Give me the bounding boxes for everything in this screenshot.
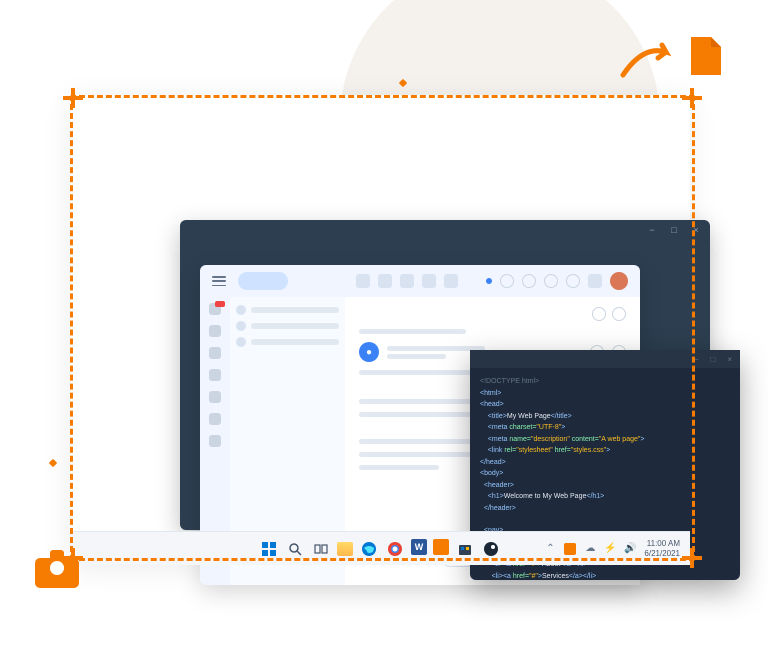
chevron-up-icon[interactable]: ⌃	[544, 543, 556, 555]
desktop-screen: − □ ×	[70, 95, 690, 565]
mail-rail-icon[interactable]	[209, 303, 221, 315]
file-icon[interactable]	[689, 35, 723, 82]
steam-icon[interactable]	[481, 539, 501, 559]
sender-avatar: ●	[359, 342, 379, 362]
maximize-button[interactable]: □	[670, 226, 678, 234]
toolbar-icon[interactable]	[522, 274, 536, 288]
list-item[interactable]	[236, 337, 339, 347]
user-avatar[interactable]	[610, 272, 628, 290]
toolbar-icon[interactable]	[356, 274, 370, 288]
toolbar-icon[interactable]	[500, 274, 514, 288]
list-item[interactable]	[236, 321, 339, 331]
clock[interactable]: 11:00 AM 6/21/2021	[644, 539, 680, 558]
app-icon[interactable]	[433, 539, 449, 555]
explorer-icon[interactable]	[337, 542, 353, 556]
minimize-button[interactable]: −	[648, 226, 656, 234]
edge-icon[interactable]	[359, 539, 379, 559]
settings-icon[interactable]	[544, 274, 558, 288]
start-button[interactable]	[259, 539, 279, 559]
close-button[interactable]: ×	[727, 355, 732, 364]
task-view-icon[interactable]	[311, 539, 331, 559]
cloud-icon[interactable]: ☁	[584, 543, 596, 555]
date-label: 6/21/2021	[644, 549, 680, 559]
compose-button[interactable]	[238, 272, 288, 290]
volume-icon[interactable]: 🔊	[624, 543, 636, 555]
notification-dot-icon[interactable]	[486, 278, 492, 284]
minimize-button[interactable]: −	[694, 355, 699, 364]
maximize-button[interactable]: □	[710, 355, 715, 364]
chrome-icon[interactable]	[385, 539, 405, 559]
store-icon[interactable]	[455, 539, 475, 559]
time-label: 11:00 AM	[644, 539, 680, 549]
tray-app-icon[interactable]	[564, 543, 576, 555]
toolbar-icon[interactable]	[400, 274, 414, 288]
search-icon[interactable]	[285, 539, 305, 559]
toolbar-icon[interactable]	[422, 274, 436, 288]
rail-icon[interactable]	[209, 413, 221, 425]
meet-rail-icon[interactable]	[209, 347, 221, 359]
action-icon[interactable]	[592, 307, 606, 321]
camera-icon[interactable]	[35, 550, 79, 588]
menu-icon[interactable]	[212, 276, 226, 286]
taskbar: W ⌃ ☁ ⚡ 🔊 11:00 AM 6/21/2021	[70, 531, 690, 565]
toolbar-icon[interactable]	[378, 274, 392, 288]
apps-icon[interactable]	[588, 274, 602, 288]
rail-icon[interactable]	[209, 391, 221, 403]
rail-icon[interactable]	[209, 435, 221, 447]
word-icon[interactable]: W	[411, 539, 427, 555]
list-item[interactable]	[236, 305, 339, 315]
help-icon[interactable]	[566, 274, 580, 288]
close-button[interactable]: ×	[692, 226, 700, 234]
share-arrow-icon	[618, 40, 678, 80]
action-icon[interactable]	[612, 307, 626, 321]
chat-rail-icon[interactable]	[209, 325, 221, 337]
rail-icon[interactable]	[209, 369, 221, 381]
toolbar-icon[interactable]	[444, 274, 458, 288]
wifi-icon[interactable]: ⚡	[604, 543, 616, 555]
